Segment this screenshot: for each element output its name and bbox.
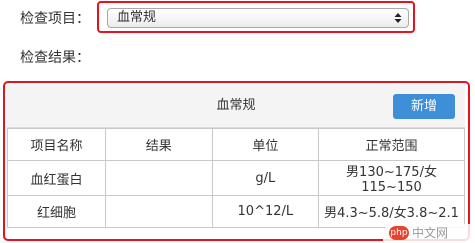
site-watermark: php 中文网 <box>383 224 475 243</box>
watermark-text: 中文网 <box>412 226 449 240</box>
check-item-select[interactable]: 血常规 <box>107 8 409 28</box>
check-item-select-value: 血常规 <box>117 10 157 25</box>
check-item-label: 检查项目： <box>20 11 90 27</box>
up-down-arrows-icon <box>394 13 402 23</box>
panel-highlight-frame <box>3 81 470 241</box>
php-logo-icon: php <box>389 226 409 240</box>
check-result-label: 检查结果： <box>20 50 90 66</box>
